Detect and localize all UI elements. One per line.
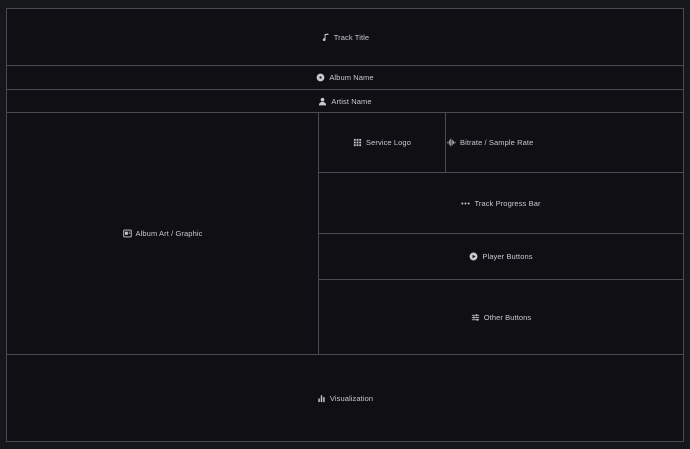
sliders-icon xyxy=(471,313,480,322)
bitrate-label: Bitrate / Sample Rate xyxy=(460,138,534,147)
disc-icon xyxy=(316,73,325,82)
grid-icon xyxy=(353,138,362,147)
layout-frame: Track Title Album Name Artist Name Album… xyxy=(6,8,684,442)
play-circle-icon xyxy=(469,252,478,261)
other-buttons-region: Other Buttons xyxy=(319,280,683,354)
person-icon xyxy=(318,97,327,106)
artist-name-label: Artist Name xyxy=(331,96,372,106)
album-name-label: Album Name xyxy=(329,73,374,82)
artist-name-region: Artist Name xyxy=(7,90,683,112)
other-buttons-label: Other Buttons xyxy=(483,312,532,322)
visualization-region: Visualization xyxy=(7,355,683,441)
service-logo-region: Service Logo xyxy=(319,113,445,172)
waveform-icon xyxy=(447,138,456,147)
visualization-label: Visualization xyxy=(329,393,374,403)
music-note-icon xyxy=(321,32,330,42)
service-logo-label: Service Logo xyxy=(366,138,411,147)
album-name-region: Album Name xyxy=(7,66,683,89)
album-art-region: Album Art / Graphic xyxy=(7,113,318,354)
dots-icon xyxy=(461,199,471,208)
image-icon xyxy=(122,229,132,238)
bar-chart-icon xyxy=(317,394,326,403)
progress-bar-region: Track Progress Bar xyxy=(319,173,683,233)
player-buttons-label: Player Buttons xyxy=(482,252,533,261)
bitrate-region: Bitrate / Sample Rate xyxy=(446,113,683,172)
track-title-label: Track Title xyxy=(333,32,370,42)
track-title-region: Track Title xyxy=(7,9,683,65)
player-buttons-region: Player Buttons xyxy=(319,234,683,279)
progress-bar-label: Track Progress Bar xyxy=(474,198,541,208)
album-art-label: Album Art / Graphic xyxy=(135,229,203,238)
